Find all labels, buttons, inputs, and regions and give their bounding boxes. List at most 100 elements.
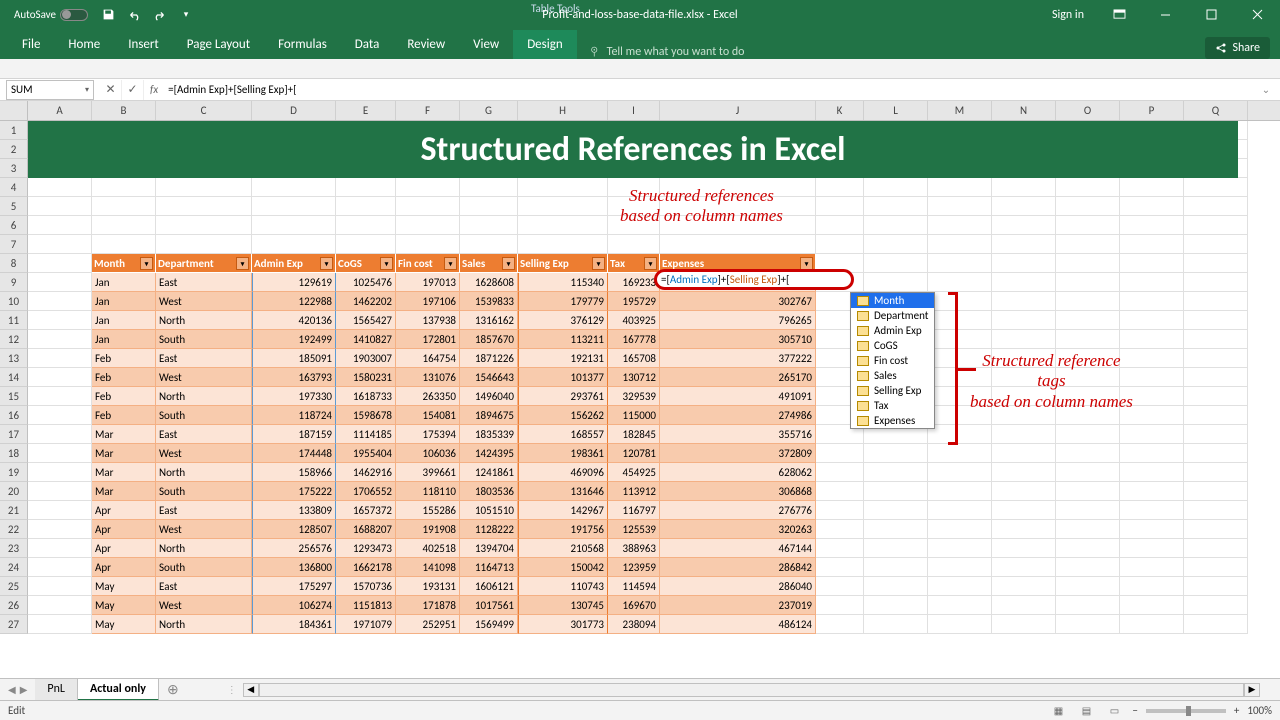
table-cell[interactable]: 123959 bbox=[608, 558, 660, 577]
table-cell[interactable]: 131646 bbox=[518, 482, 608, 501]
cell[interactable] bbox=[928, 501, 992, 520]
table-cell[interactable]: 1051510 bbox=[460, 501, 518, 520]
cell[interactable] bbox=[1120, 254, 1184, 273]
table-cell[interactable]: Jan bbox=[92, 273, 156, 292]
cell[interactable] bbox=[1120, 501, 1184, 520]
table-cell[interactable]: 1871226 bbox=[460, 349, 518, 368]
table-cell[interactable]: May bbox=[92, 615, 156, 634]
cell[interactable] bbox=[864, 577, 928, 596]
cell[interactable] bbox=[28, 311, 92, 330]
table-cell[interactable]: 156262 bbox=[518, 406, 608, 425]
ribbon-tab-review[interactable]: Review bbox=[393, 30, 459, 59]
qat-customize-icon[interactable]: ▾ bbox=[174, 3, 198, 27]
table-cell[interactable]: 420136 bbox=[252, 311, 336, 330]
row-header[interactable]: 17 bbox=[0, 425, 28, 444]
table-cell[interactable]: 1462202 bbox=[336, 292, 396, 311]
cell[interactable] bbox=[28, 406, 92, 425]
row-header[interactable]: 19 bbox=[0, 463, 28, 482]
column-header[interactable]: F bbox=[396, 101, 460, 120]
name-box[interactable]: SUM▾ bbox=[6, 80, 94, 100]
cell[interactable] bbox=[1184, 254, 1248, 273]
table-cell[interactable]: 154081 bbox=[396, 406, 460, 425]
table-cell[interactable]: 210568 bbox=[518, 539, 608, 558]
table-cell[interactable]: 106274 bbox=[252, 596, 336, 615]
cell[interactable] bbox=[992, 482, 1056, 501]
row-header[interactable]: 26 bbox=[0, 596, 28, 615]
cell[interactable] bbox=[992, 292, 1056, 311]
cell[interactable] bbox=[28, 254, 92, 273]
table-cell[interactable]: South bbox=[156, 558, 252, 577]
cell[interactable] bbox=[252, 235, 336, 254]
table-cell[interactable]: 1017561 bbox=[460, 596, 518, 615]
table-cell[interactable]: 155286 bbox=[396, 501, 460, 520]
table-cell[interactable]: 305710 bbox=[660, 330, 816, 349]
cell[interactable] bbox=[518, 216, 608, 235]
column-header[interactable]: O bbox=[1056, 101, 1120, 120]
page-break-view-icon[interactable]: ▭ bbox=[1104, 703, 1124, 719]
table-cell[interactable]: 118724 bbox=[252, 406, 336, 425]
table-cell[interactable]: East bbox=[156, 349, 252, 368]
table-cell[interactable]: 276776 bbox=[660, 501, 816, 520]
sheet-tab-pnl[interactable]: PnL bbox=[35, 679, 78, 701]
cell[interactable] bbox=[864, 615, 928, 634]
table-cell[interactable]: Feb bbox=[92, 406, 156, 425]
cell[interactable] bbox=[1184, 273, 1248, 292]
cell[interactable] bbox=[992, 615, 1056, 634]
cell[interactable] bbox=[992, 558, 1056, 577]
table-cell[interactable]: May bbox=[92, 596, 156, 615]
cell[interactable] bbox=[28, 387, 92, 406]
cell[interactable] bbox=[928, 539, 992, 558]
autocomplete-item[interactable]: Tax bbox=[851, 398, 934, 413]
cell[interactable] bbox=[816, 539, 864, 558]
table-cell[interactable]: 113211 bbox=[518, 330, 608, 349]
autocomplete-item[interactable]: Month bbox=[851, 293, 934, 308]
cell[interactable] bbox=[1056, 520, 1120, 539]
cell[interactable] bbox=[1184, 463, 1248, 482]
cell[interactable] bbox=[1056, 254, 1120, 273]
ribbon-tab-design[interactable]: Design bbox=[513, 30, 576, 59]
table-cell[interactable]: 191908 bbox=[396, 520, 460, 539]
table-cell[interactable]: 1546643 bbox=[460, 368, 518, 387]
table-cell[interactable]: East bbox=[156, 425, 252, 444]
cell[interactable] bbox=[992, 235, 1056, 254]
maximize-icon[interactable] bbox=[1188, 0, 1234, 29]
table-header-admin-exp[interactable]: Admin Exp▾ bbox=[252, 254, 336, 273]
row-header[interactable]: 25 bbox=[0, 577, 28, 596]
column-header[interactable]: C bbox=[156, 101, 252, 120]
table-cell[interactable]: 1857670 bbox=[460, 330, 518, 349]
cell[interactable] bbox=[928, 235, 992, 254]
table-cell[interactable]: 169670 bbox=[608, 596, 660, 615]
table-cell[interactable]: West bbox=[156, 368, 252, 387]
sign-in-link[interactable]: Sign in bbox=[1040, 8, 1096, 22]
close-icon[interactable] bbox=[1234, 0, 1280, 29]
cell[interactable] bbox=[336, 216, 396, 235]
filter-dropdown-icon[interactable]: ▾ bbox=[236, 257, 249, 270]
cell[interactable] bbox=[864, 444, 928, 463]
row-header[interactable]: 21 bbox=[0, 501, 28, 520]
cell[interactable] bbox=[28, 577, 92, 596]
ribbon-tab-insert[interactable]: Insert bbox=[114, 30, 173, 59]
table-cell[interactable]: 1025476 bbox=[336, 273, 396, 292]
cell[interactable] bbox=[1120, 178, 1184, 197]
cell[interactable] bbox=[252, 216, 336, 235]
row-header[interactable]: 24 bbox=[0, 558, 28, 577]
column-header[interactable]: L bbox=[864, 101, 928, 120]
cell[interactable] bbox=[1120, 292, 1184, 311]
table-cell[interactable]: 1835339 bbox=[460, 425, 518, 444]
table-cell[interactable]: 179779 bbox=[518, 292, 608, 311]
cell[interactable] bbox=[1056, 235, 1120, 254]
filter-dropdown-icon[interactable]: ▾ bbox=[800, 257, 813, 270]
table-header-department[interactable]: Department▾ bbox=[156, 254, 252, 273]
column-header[interactable]: B bbox=[92, 101, 156, 120]
cell[interactable] bbox=[92, 178, 156, 197]
column-header[interactable]: M bbox=[928, 101, 992, 120]
table-cell[interactable]: West bbox=[156, 444, 252, 463]
table-cell[interactable]: 399661 bbox=[396, 463, 460, 482]
table-cell[interactable]: 150042 bbox=[518, 558, 608, 577]
filter-dropdown-icon[interactable]: ▾ bbox=[140, 257, 153, 270]
cell[interactable] bbox=[1120, 273, 1184, 292]
table-header-sales[interactable]: Sales▾ bbox=[460, 254, 518, 273]
cell[interactable] bbox=[992, 216, 1056, 235]
column-header[interactable]: N bbox=[992, 101, 1056, 120]
table-cell[interactable]: 185091 bbox=[252, 349, 336, 368]
